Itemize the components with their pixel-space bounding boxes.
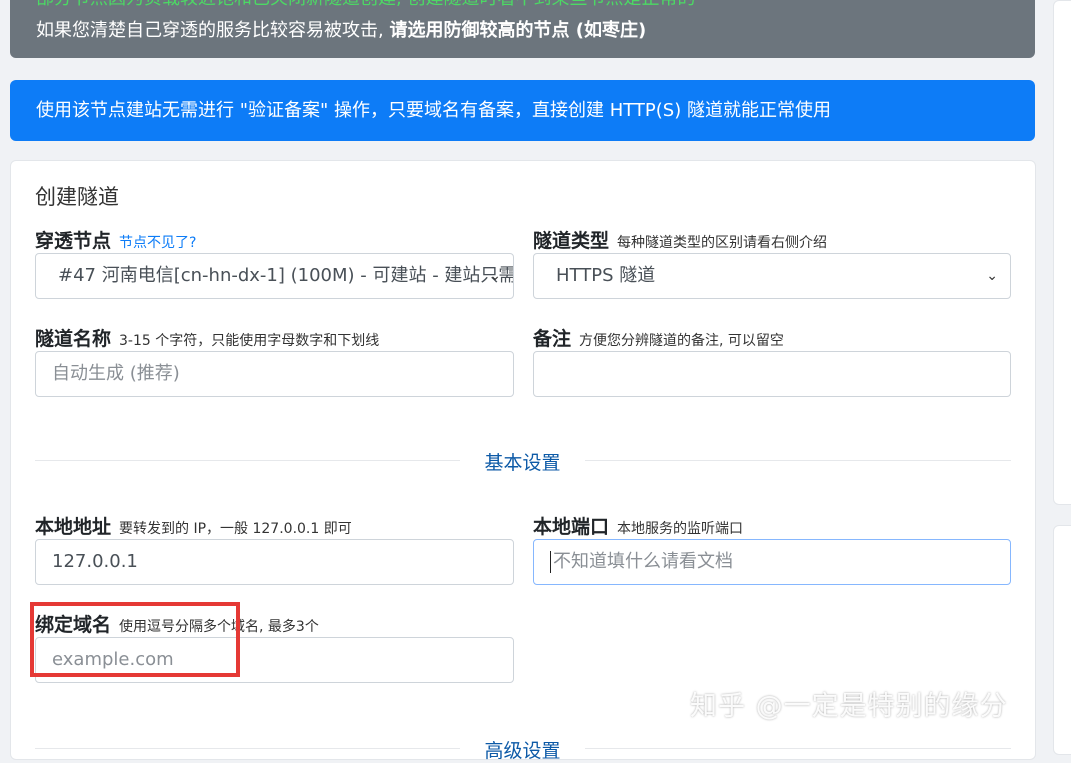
type-hint: 每种隧道类型的区别请看右侧介绍 — [617, 235, 828, 251]
node-missing-link[interactable]: 节点不见了? — [119, 235, 196, 251]
chevron-down-icon: ⌄ — [489, 268, 501, 284]
local-port-label: 本地端口 — [533, 516, 610, 538]
name-label: 隧道名称 — [35, 328, 112, 350]
basic-settings-heading: 基本设置 — [484, 452, 561, 474]
blue-info-alert: 使用该节点建站无需进行 "验证备案" 操作，只要域名有备案，直接创建 HTTP(… — [10, 80, 1035, 141]
name-label-row: 隧道名称 3-15 个字符，只能使用字母数字和下划线 — [35, 324, 379, 351]
local-port-placeholder: 不知道填什么请看文档 — [553, 551, 733, 572]
note-hint: 方便您分辨隧道的备注, 可以留空 — [579, 333, 784, 349]
type-select-value: HTTPS 隧道 — [556, 265, 656, 286]
node-select[interactable]: #47 河南电信[cn-hn-dx-1] (100M) - 可建站 - 建站只需… — [35, 253, 514, 299]
alert-attack-text: 如果您清楚自己穿透的服务比较容易被攻击, 请选用防御较高的节点 (如枣庄) — [36, 20, 647, 41]
side-card-top — [1053, 0, 1071, 505]
note-input[interactable] — [533, 351, 1011, 397]
type-label-row: 隧道类型 每种隧道类型的区别请看右侧介绍 — [533, 226, 827, 253]
advanced-settings-heading: 高级设置 — [484, 740, 561, 762]
local-addr-label-row: 本地地址 要转发到的 IP，一般 127.0.0.1 即可 — [35, 512, 352, 539]
local-port-input[interactable]: 不知道填什么请看文档 — [533, 539, 1011, 585]
local-addr-hint: 要转发到的 IP，一般 127.0.0.1 即可 — [119, 521, 352, 537]
tunnel-name-placeholder: 自动生成 (推荐) — [52, 363, 180, 384]
node-label: 穿透节点 — [35, 230, 112, 252]
divider-right-advanced — [585, 748, 1011, 749]
alert-node-capacity-text: 部分节点因为负载较近饱和已关闭新隧道创建, 创建隧道时看不到某些节点是正常的 — [36, 0, 695, 10]
note-label: 备注 — [533, 328, 572, 350]
side-card-bottom — [1053, 525, 1071, 755]
chevron-down-icon: ⌄ — [986, 268, 998, 284]
local-port-label-row: 本地端口 本地服务的监听端口 — [533, 512, 743, 539]
highlight-box — [30, 602, 240, 677]
text-cursor — [550, 551, 551, 573]
divider-right — [585, 460, 1011, 461]
gray-warning-alert: 部分节点因为负载较近饱和已关闭新隧道创建, 创建隧道时看不到某些节点是正常的 如… — [10, 0, 1035, 58]
divider-left-advanced — [35, 748, 460, 749]
local-addr-label: 本地地址 — [35, 516, 112, 538]
tunnel-name-input[interactable]: 自动生成 (推荐) — [35, 351, 514, 397]
name-hint: 3-15 个字符，只能使用字母数字和下划线 — [119, 333, 380, 349]
card-title: 创建隧道 — [35, 185, 119, 209]
local-addr-input[interactable]: 127.0.0.1 — [35, 539, 514, 585]
node-label-row: 穿透节点 节点不见了? — [35, 226, 196, 253]
type-select[interactable]: HTTPS 隧道 ⌄ — [533, 253, 1011, 299]
local-port-hint: 本地服务的监听端口 — [617, 521, 744, 537]
node-select-value: #47 河南电信[cn-hn-dx-1] (100M) - 可建站 - 建站只需… — [58, 265, 514, 286]
type-label: 隧道类型 — [533, 230, 610, 252]
watermark-text: 知乎 @一定是特别的缘分 — [690, 691, 1008, 722]
local-addr-value: 127.0.0.1 — [52, 551, 138, 572]
note-label-row: 备注 方便您分辨隧道的备注, 可以留空 — [533, 324, 784, 351]
divider-left — [35, 460, 460, 461]
